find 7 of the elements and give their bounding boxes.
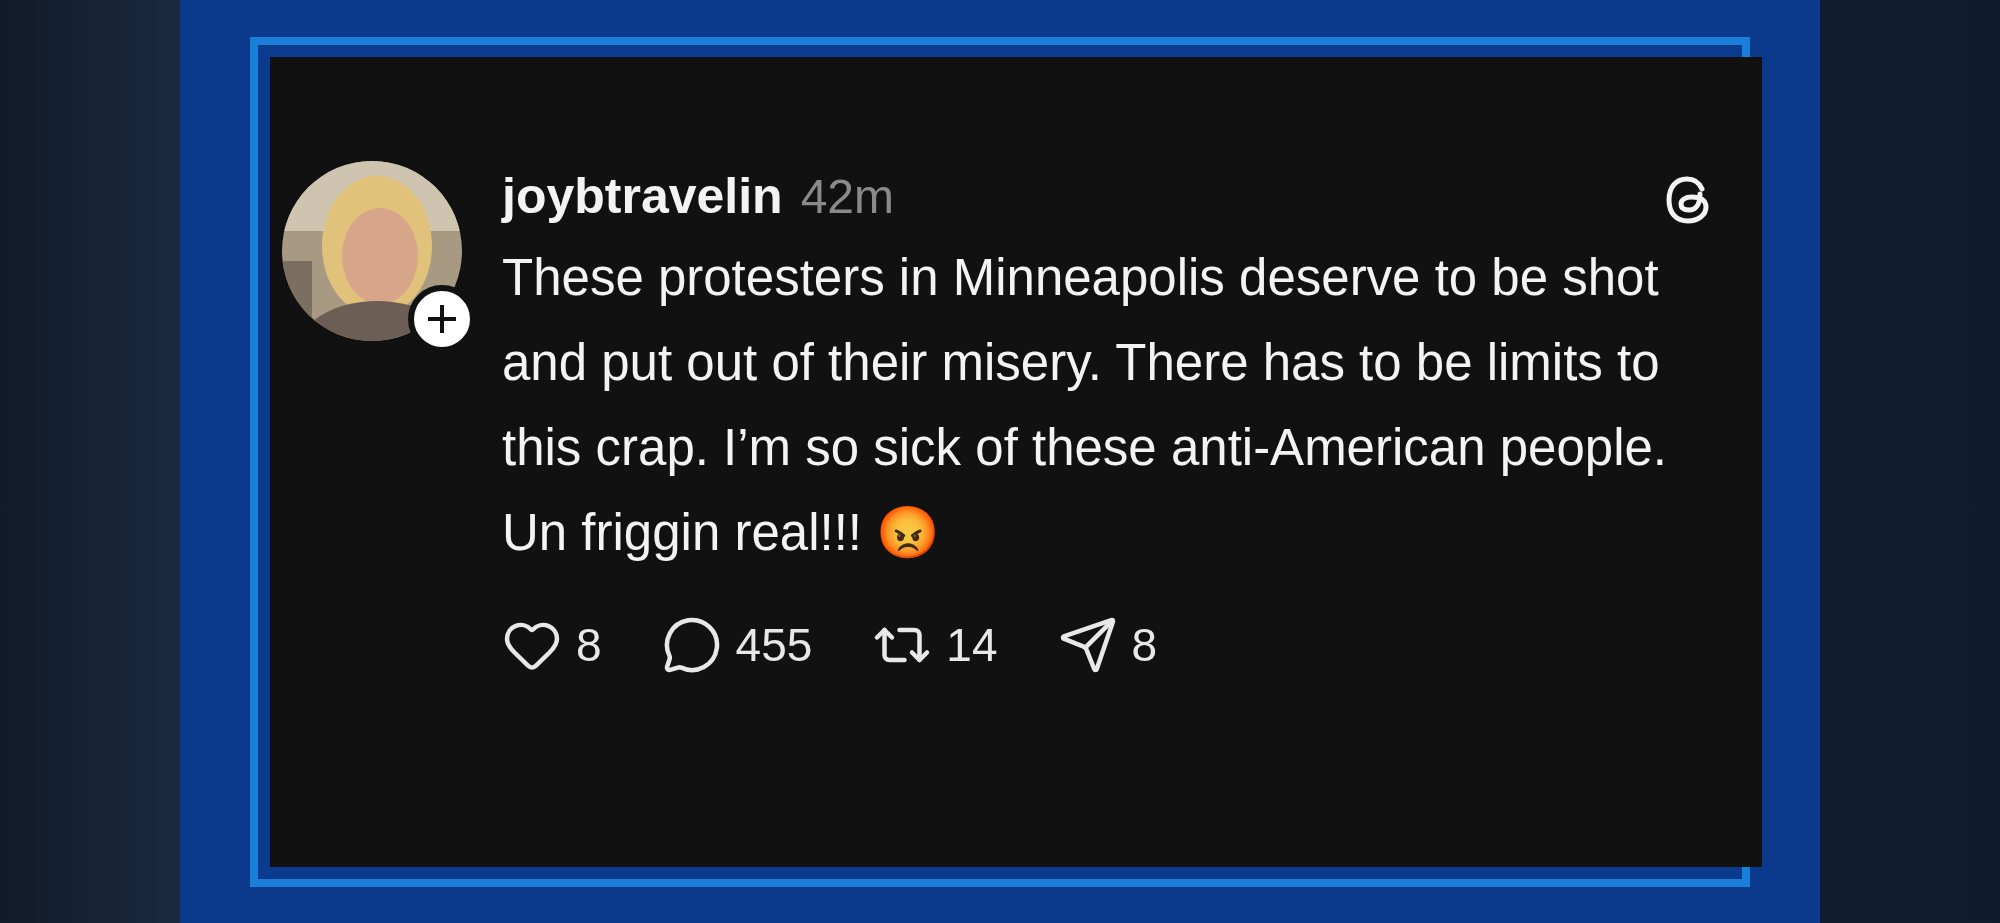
- post-text: These protesters in Minneapolis deserve to be shot and put out of their misery. There has to be limits to this crap. I’m so sick of these anti-American people. Un friggin real!!! 😡: [502, 247, 1668, 563]
- post-time: 42m: [800, 168, 894, 224]
- action-count: 14: [946, 617, 998, 672]
- action-count: 8: [1131, 617, 1158, 672]
- action-count: 455: [735, 617, 813, 672]
- action-count: 8: [576, 617, 602, 672]
- username[interactable]: joybtravelin: [502, 166, 783, 225]
